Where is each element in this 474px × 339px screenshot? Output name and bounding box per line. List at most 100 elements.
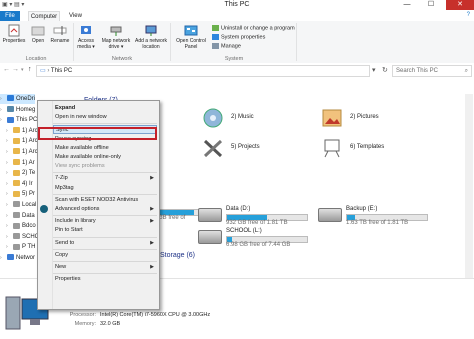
submenu-arrow-icon: ▶ (150, 175, 154, 182)
nav-item[interactable]: › Networ (0, 253, 35, 263)
expand-arrow-icon[interactable]: › (6, 126, 13, 136)
manage-button[interactable]: Manage (212, 43, 241, 50)
nav-item-icon (13, 222, 20, 229)
nav-item[interactable]: › 5) Pr (0, 189, 35, 199)
menu-item-7-zip[interactable]: 7-Zip ▶ (53, 174, 157, 183)
nav-item[interactable]: › 1) Arc (0, 136, 38, 146)
nav-item[interactable]: › SCHO (0, 232, 39, 242)
nav-item[interactable]: › Homeg (0, 105, 35, 115)
refresh-icon[interactable]: ↻ (382, 66, 388, 74)
processor-row: Processor: Intel(R) Core(TM) i7-5960X CPU… (69, 312, 211, 318)
menu-item-properties[interactable]: Properties (53, 275, 157, 284)
menu-item-make-available-online-only[interactable]: Make available online-only (53, 153, 157, 162)
up-icon[interactable]: ↑ (28, 66, 32, 73)
menu-separator (53, 123, 157, 125)
tab-view[interactable]: View (64, 11, 87, 21)
system-properties-button[interactable]: System properties (212, 34, 265, 41)
nav-item-label: 4) Ir (22, 180, 33, 187)
address-dropdown-icon[interactable]: ▾ (372, 66, 376, 74)
help-icon[interactable]: ? (467, 12, 470, 18)
expand-arrow-icon[interactable]: › (0, 94, 7, 104)
nav-item-icon (7, 95, 14, 102)
nav-item[interactable]: › 1) Arc (0, 126, 38, 136)
nav-item[interactable]: › 1) Ar (0, 158, 35, 168)
menu-item-open-in-new-window[interactable]: Open in new window (53, 113, 157, 122)
menu-separator (53, 248, 157, 250)
address-bar[interactable]: ▭ › This PC (36, 65, 370, 77)
nav-item[interactable]: › Bdco (0, 221, 36, 231)
expand-arrow-icon[interactable]: › (6, 179, 13, 189)
maximize-button[interactable]: ☐ (420, 0, 442, 10)
map-network-drive-button[interactable]: Map network drive ▾ (100, 24, 132, 50)
expand-arrow-icon[interactable]: › (0, 253, 7, 263)
menu-item-copy[interactable]: Copy (53, 251, 157, 260)
menu-item-pin-to-start[interactable]: Pin to Start (53, 226, 157, 235)
close-button[interactable]: ✕ (446, 0, 474, 10)
nav-item-label: OneDri (16, 96, 36, 102)
expand-arrow-icon[interactable]: › (6, 211, 13, 221)
computer-icon: ▭ (40, 68, 46, 74)
nav-item[interactable]: › Local (0, 200, 36, 210)
search-input[interactable]: Search This PC ⌕ (392, 65, 472, 77)
minimize-button[interactable]: — (396, 0, 418, 10)
sync-highlight-box (38, 127, 157, 140)
expand-arrow-icon[interactable]: › (6, 242, 13, 252)
menu-item-new[interactable]: New ▶ (53, 263, 157, 272)
open-button[interactable]: Open (29, 24, 47, 44)
menu-separator (53, 172, 157, 174)
expand-arrow-icon[interactable]: › (6, 158, 13, 168)
pictures-folder-icon (320, 108, 344, 128)
menu-item-label: Make available online-only (55, 154, 121, 160)
expand-arrow-icon[interactable]: › (6, 221, 13, 231)
forward-icon[interactable]: → (12, 66, 19, 73)
expand-arrow-icon[interactable]: › (0, 115, 7, 125)
expand-arrow-icon[interactable]: › (6, 189, 13, 199)
open-icon (31, 24, 45, 37)
chevron-right-icon: › (47, 68, 50, 74)
expand-arrow-icon[interactable]: › (6, 147, 13, 157)
nav-item[interactable]: › Data (0, 211, 35, 221)
storage-section-header[interactable]: Storage (6) (160, 252, 195, 259)
nav-item[interactable]: › OneDri (0, 94, 36, 104)
network-location-icon (144, 24, 158, 37)
menu-item-advanced-options[interactable]: Advanced options ▶ (53, 205, 157, 214)
expand-arrow-icon[interactable]: › (6, 232, 13, 242)
expand-arrow-icon[interactable]: › (6, 136, 13, 146)
nav-item[interactable]: › P TH (0, 242, 35, 252)
uninstall-program-button[interactable]: Uninstall or change a program (212, 25, 295, 32)
access-media-button[interactable]: Access media ▾ (75, 24, 97, 50)
nav-item[interactable]: › 1) Arc (0, 147, 38, 157)
properties-button[interactable]: Properties (2, 24, 26, 44)
tab-file[interactable]: File (0, 11, 20, 21)
nav-item-label: Homeg (16, 106, 36, 113)
menu-item-scan-with-eset-nod32-antivirus[interactable]: Scan with ESET NOD32 Antivirus (53, 196, 157, 205)
back-icon[interactable]: ← (3, 66, 10, 73)
menu-item-include-in-library[interactable]: Include in library ▶ (53, 217, 157, 226)
nav-item[interactable]: › 4) Ir (0, 179, 33, 189)
nav-item-icon (7, 116, 14, 123)
menu-item-mp3tag[interactable]: Mp3tag (53, 184, 157, 193)
nav-item[interactable]: › 2) Te (0, 168, 35, 178)
menu-item-send-to[interactable]: Send to ▶ (53, 239, 157, 248)
menu-item-label: Open in new window (55, 114, 107, 121)
nav-item-icon (13, 190, 20, 197)
nav-item-label: Bdco (22, 223, 36, 230)
expand-arrow-icon[interactable]: › (6, 200, 13, 210)
menu-item-view-sync-problems: View sync problems (53, 162, 157, 171)
menu-item-make-available-offline[interactable]: Make available offline (53, 144, 157, 153)
nav-item-icon (13, 180, 20, 187)
expand-arrow-icon[interactable]: › (6, 168, 13, 178)
menu-item-expand[interactable]: Expand (53, 104, 157, 113)
properties-icon (7, 24, 21, 37)
nav-item-icon (13, 212, 20, 219)
nav-item[interactable]: › This PC (0, 115, 37, 125)
rename-button[interactable]: Rename (49, 24, 71, 44)
submenu-arrow-icon: ▶ (150, 264, 154, 270)
add-network-location-button[interactable]: Add a network location (134, 24, 168, 50)
ribbon-separator (170, 23, 171, 61)
vertical-scrollbar[interactable] (465, 94, 473, 278)
nav-item-label: P TH (22, 244, 36, 251)
recent-locations-icon[interactable]: ▾ (21, 67, 24, 73)
open-control-panel-button[interactable]: Open Control Panel (173, 24, 209, 50)
expand-arrow-icon[interactable]: › (0, 105, 7, 115)
